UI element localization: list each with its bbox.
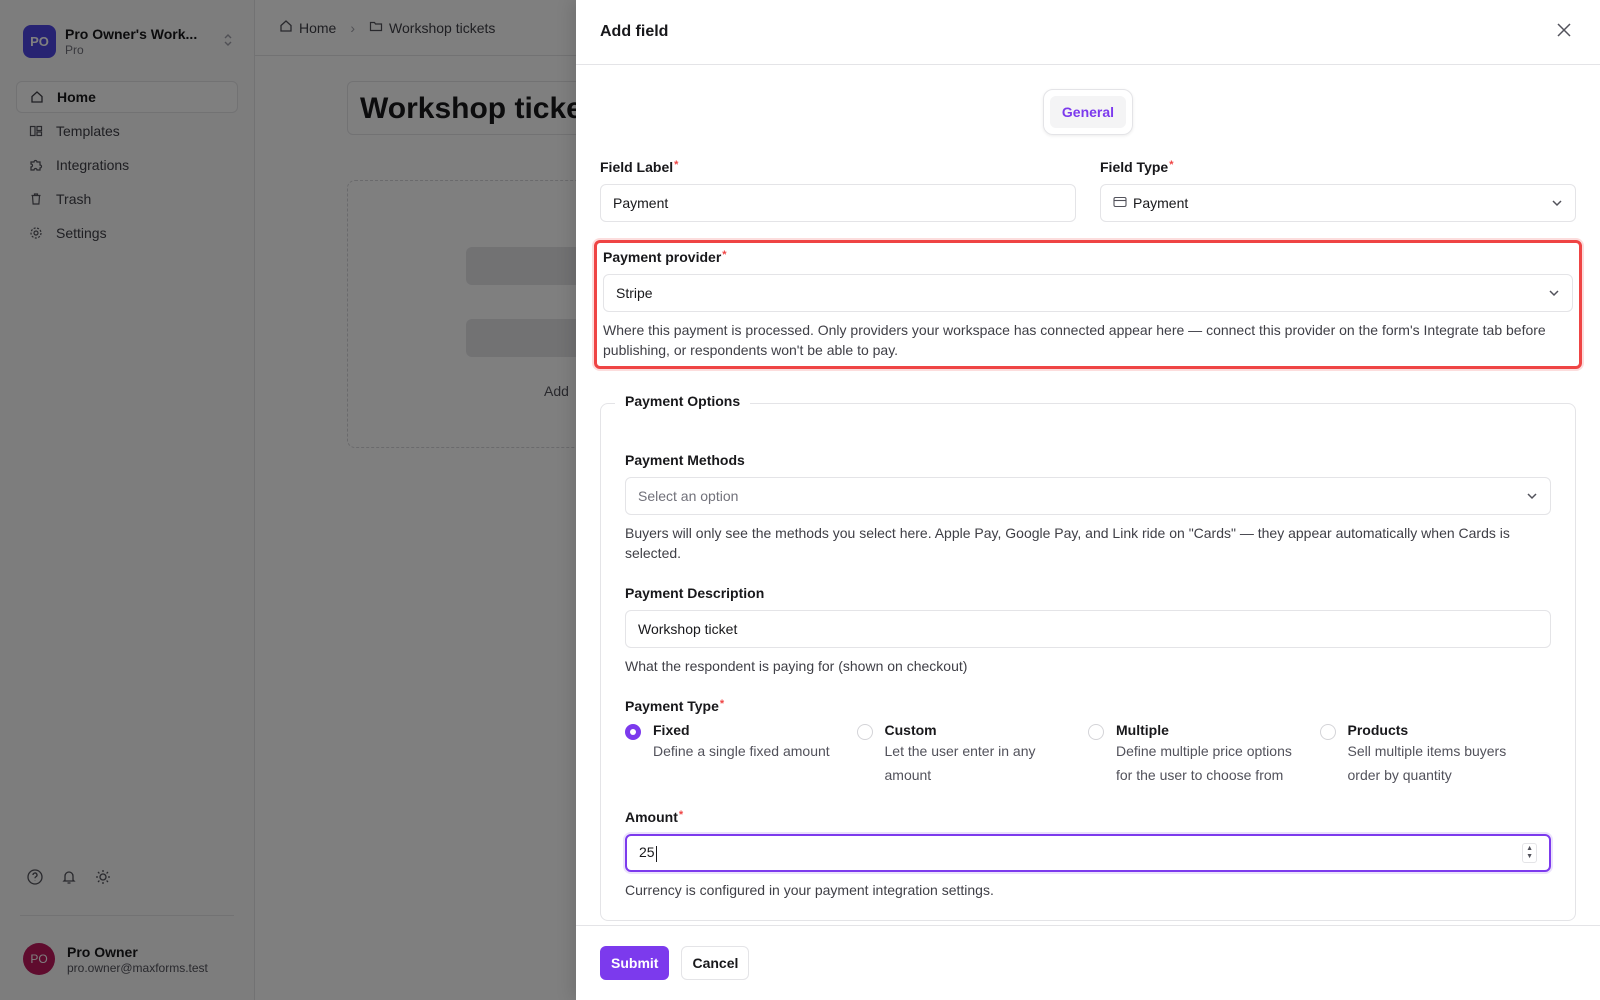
payment-description-help: What the respondent is paying for (shown… bbox=[625, 658, 968, 674]
required-asterisk: * bbox=[674, 159, 679, 171]
required-asterisk: * bbox=[719, 698, 725, 710]
payment-provider-value: Stripe bbox=[616, 285, 653, 301]
payment-type-radio-group: Fixed Define a single fixed amount Custo… bbox=[625, 722, 1551, 787]
payment-methods-help: Buyers will only see the methods you sel… bbox=[625, 525, 1510, 561]
radio-title: Fixed bbox=[653, 722, 690, 738]
radio-title: Products bbox=[1347, 722, 1409, 738]
stepper-down-icon: ▼ bbox=[1526, 853, 1533, 860]
required-asterisk: * bbox=[722, 249, 727, 261]
payment-description-label: Payment Description bbox=[625, 585, 765, 601]
amount-help: Currency is configured in your payment i… bbox=[625, 882, 994, 898]
payment-description-input[interactable]: Workshop ticket bbox=[625, 610, 1551, 648]
tab-general[interactable]: General bbox=[1049, 96, 1127, 128]
payment-type-custom[interactable]: Custom Let the user enter in any amount bbox=[856, 722, 1089, 787]
payment-description-value: Workshop ticket bbox=[638, 621, 738, 637]
radio-unselected[interactable] bbox=[1088, 724, 1104, 740]
number-stepper[interactable]: ▲ ▼ bbox=[1522, 843, 1537, 863]
radio-desc: Define a single fixed amount bbox=[653, 743, 830, 759]
required-asterisk: * bbox=[1169, 159, 1174, 171]
payment-type-label: Payment Type* bbox=[625, 698, 725, 714]
drawer-header: Add field bbox=[576, 0, 1600, 65]
field-label-label: Field Label* bbox=[600, 159, 679, 175]
radio-unselected[interactable] bbox=[856, 724, 873, 740]
payment-methods-select[interactable]: Select an option bbox=[625, 477, 1551, 515]
submit-button[interactable]: Submit bbox=[600, 946, 670, 980]
radio-desc: Sell multiple items buyers order by quan… bbox=[1347, 743, 1507, 783]
cancel-button[interactable]: Cancel bbox=[681, 946, 750, 980]
chevron-down-icon bbox=[1548, 289, 1560, 297]
radio-title: Custom bbox=[884, 722, 937, 738]
payment-type-multiple[interactable]: Multiple Define multiple price options f… bbox=[1088, 722, 1320, 787]
close-icon bbox=[1556, 22, 1572, 43]
radio-desc: Define multiple price options for the us… bbox=[1116, 743, 1292, 783]
payment-provider-label: Payment provider* bbox=[603, 249, 727, 265]
text-caret bbox=[655, 845, 657, 862]
modal-overlay[interactable] bbox=[0, 0, 576, 1000]
payment-methods-label: Payment Methods bbox=[625, 452, 745, 468]
radio-desc: Let the user enter in any amount bbox=[884, 743, 1036, 783]
chevron-down-icon bbox=[1526, 492, 1538, 500]
stepper-up-icon: ▲ bbox=[1526, 845, 1533, 852]
payment-provider-help: Where this payment is processed. Only pr… bbox=[603, 322, 1546, 358]
payment-type-products[interactable]: Products Sell multiple items buyers orde… bbox=[1319, 722, 1552, 787]
credit-card-icon bbox=[1113, 195, 1127, 211]
payment-type-fixed[interactable]: Fixed Define a single fixed amount bbox=[625, 722, 857, 787]
amount-value: 25 bbox=[639, 844, 655, 861]
payment-options-legend: Payment Options bbox=[615, 393, 751, 409]
payment-provider-select[interactable]: Stripe bbox=[603, 274, 1573, 312]
radio-title: Multiple bbox=[1116, 722, 1169, 738]
drawer-body: General Field Label* Payment Field Type*… bbox=[576, 65, 1600, 925]
amount-input[interactable]: 25 ▲ ▼ bbox=[625, 834, 1551, 872]
drawer-footer: Submit Cancel bbox=[576, 925, 1600, 1000]
radio-unselected[interactable] bbox=[1319, 724, 1336, 740]
field-type-select[interactable]: Payment bbox=[1100, 184, 1576, 222]
payment-methods-placeholder: Select an option bbox=[638, 488, 739, 504]
chevron-down-icon bbox=[1551, 199, 1563, 207]
radio-selected[interactable] bbox=[625, 724, 641, 740]
tab-list: General bbox=[1042, 89, 1134, 135]
payment-options-fieldset: Payment Options Payment Methods Select a… bbox=[600, 393, 1576, 921]
field-type-value: Payment bbox=[1133, 195, 1189, 211]
drawer-title: Add field bbox=[600, 23, 669, 40]
field-label-value: Payment bbox=[613, 195, 669, 211]
close-button[interactable] bbox=[1552, 20, 1576, 44]
amount-label: Amount* bbox=[625, 809, 684, 825]
required-asterisk: * bbox=[678, 809, 684, 821]
add-field-drawer: Add field General Field Label* Payment F… bbox=[576, 0, 1600, 1000]
field-label-input[interactable]: Payment bbox=[600, 184, 1076, 222]
field-type-label: Field Type* bbox=[1100, 159, 1174, 175]
payment-provider-group: Payment provider* Stripe Where this paym… bbox=[594, 240, 1582, 369]
